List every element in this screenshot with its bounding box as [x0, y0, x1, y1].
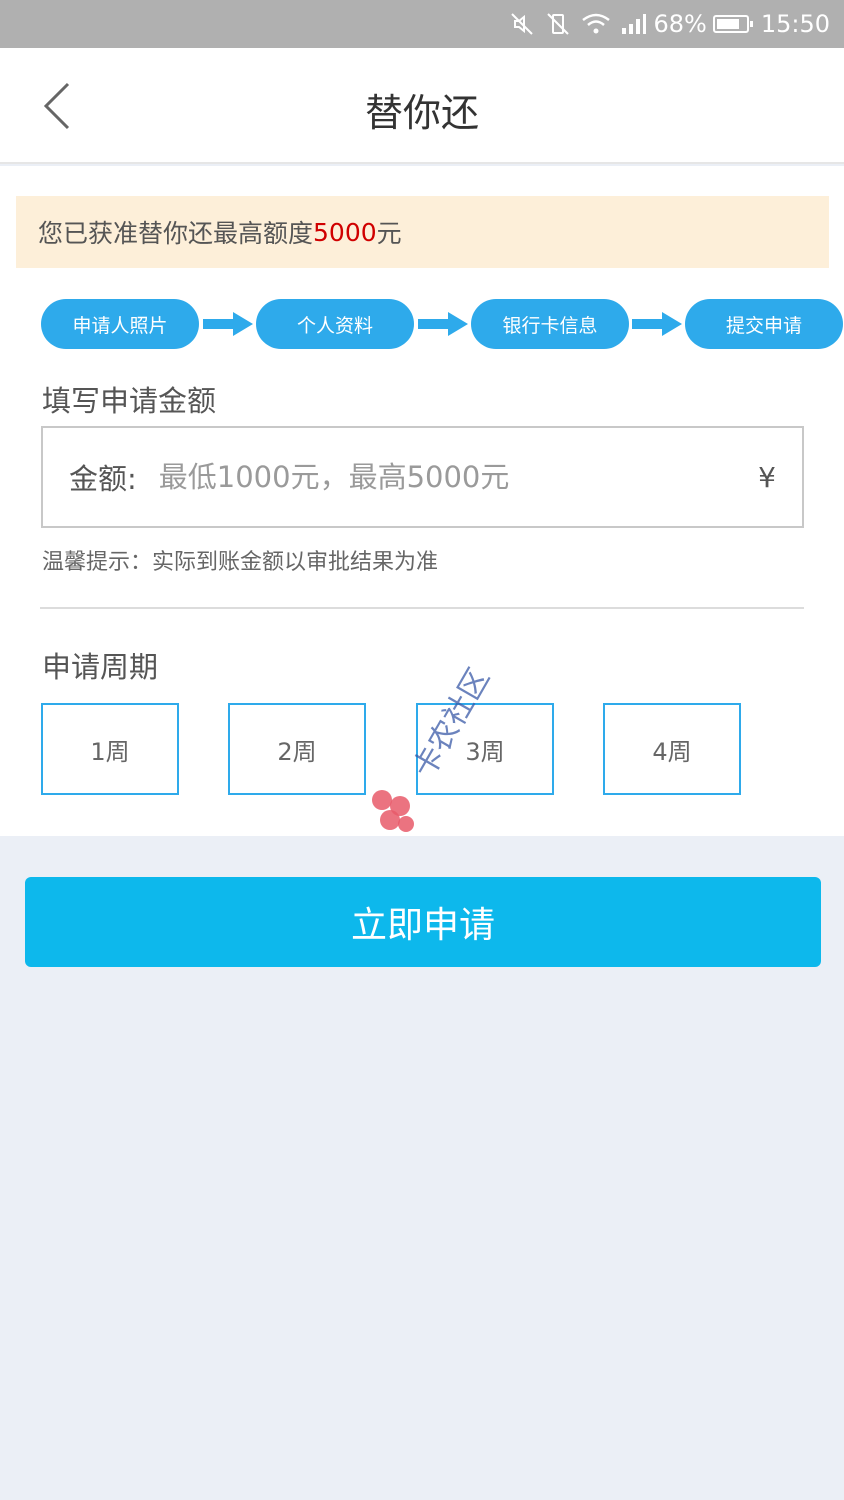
amount-input[interactable] [158, 460, 759, 494]
notice-prefix: 您已获准替你还最高额度 [38, 219, 314, 248]
battery-icon [712, 15, 753, 33]
notice-suffix: 元 [376, 219, 402, 248]
apply-now-button[interactable]: 立即申请 [25, 877, 821, 967]
clock: 15:50 [760, 10, 830, 38]
wifi-icon [581, 12, 611, 36]
amount-label: 金额: [69, 462, 137, 496]
amount-section-title: 填写申请金额 [42, 384, 217, 418]
period-option-3w[interactable]: 3周 [416, 703, 554, 795]
arrow-right-icon [203, 312, 253, 336]
progress-steps: 申请人照片 个人资料 银行卡信息 提交申请 [0, 299, 844, 349]
app-header: 替你还 [0, 48, 844, 164]
yen-icon: ¥ [758, 460, 776, 494]
status-bar: 68% 15:50 [0, 0, 844, 48]
page-title: 替你还 [364, 91, 479, 135]
divider [40, 607, 804, 609]
arrow-right-icon [418, 312, 468, 336]
vibrate-off-icon [545, 11, 571, 37]
period-option-4w[interactable]: 4周 [603, 703, 741, 795]
mute-icon [509, 11, 535, 37]
step-applicant-photo: 申请人照片 [41, 299, 199, 349]
step-bank-card: 银行卡信息 [471, 299, 629, 349]
signal-icon [621, 13, 647, 35]
amount-field: 金额: ¥ [41, 426, 804, 528]
notice-amount: 5000 [313, 217, 377, 247]
credit-notice: 您已获准替你还最高额度 5000 元 [16, 196, 829, 268]
arrow-right-icon [632, 312, 682, 336]
period-option-2w[interactable]: 2周 [228, 703, 366, 795]
step-personal-info: 个人资料 [256, 299, 414, 349]
period-section-title: 申请周期 [42, 650, 159, 684]
amount-tip: 温馨提示：实际到账金额以审批结果为准 [42, 550, 439, 575]
period-option-1w[interactable]: 1周 [41, 703, 179, 795]
battery-percent: 68% [653, 10, 707, 38]
step-submit: 提交申请 [685, 299, 843, 349]
form-content: 您已获准替你还最高额度 5000 元 申请人照片 个人资料 银行卡信息 提交申请 填… [0, 166, 844, 836]
